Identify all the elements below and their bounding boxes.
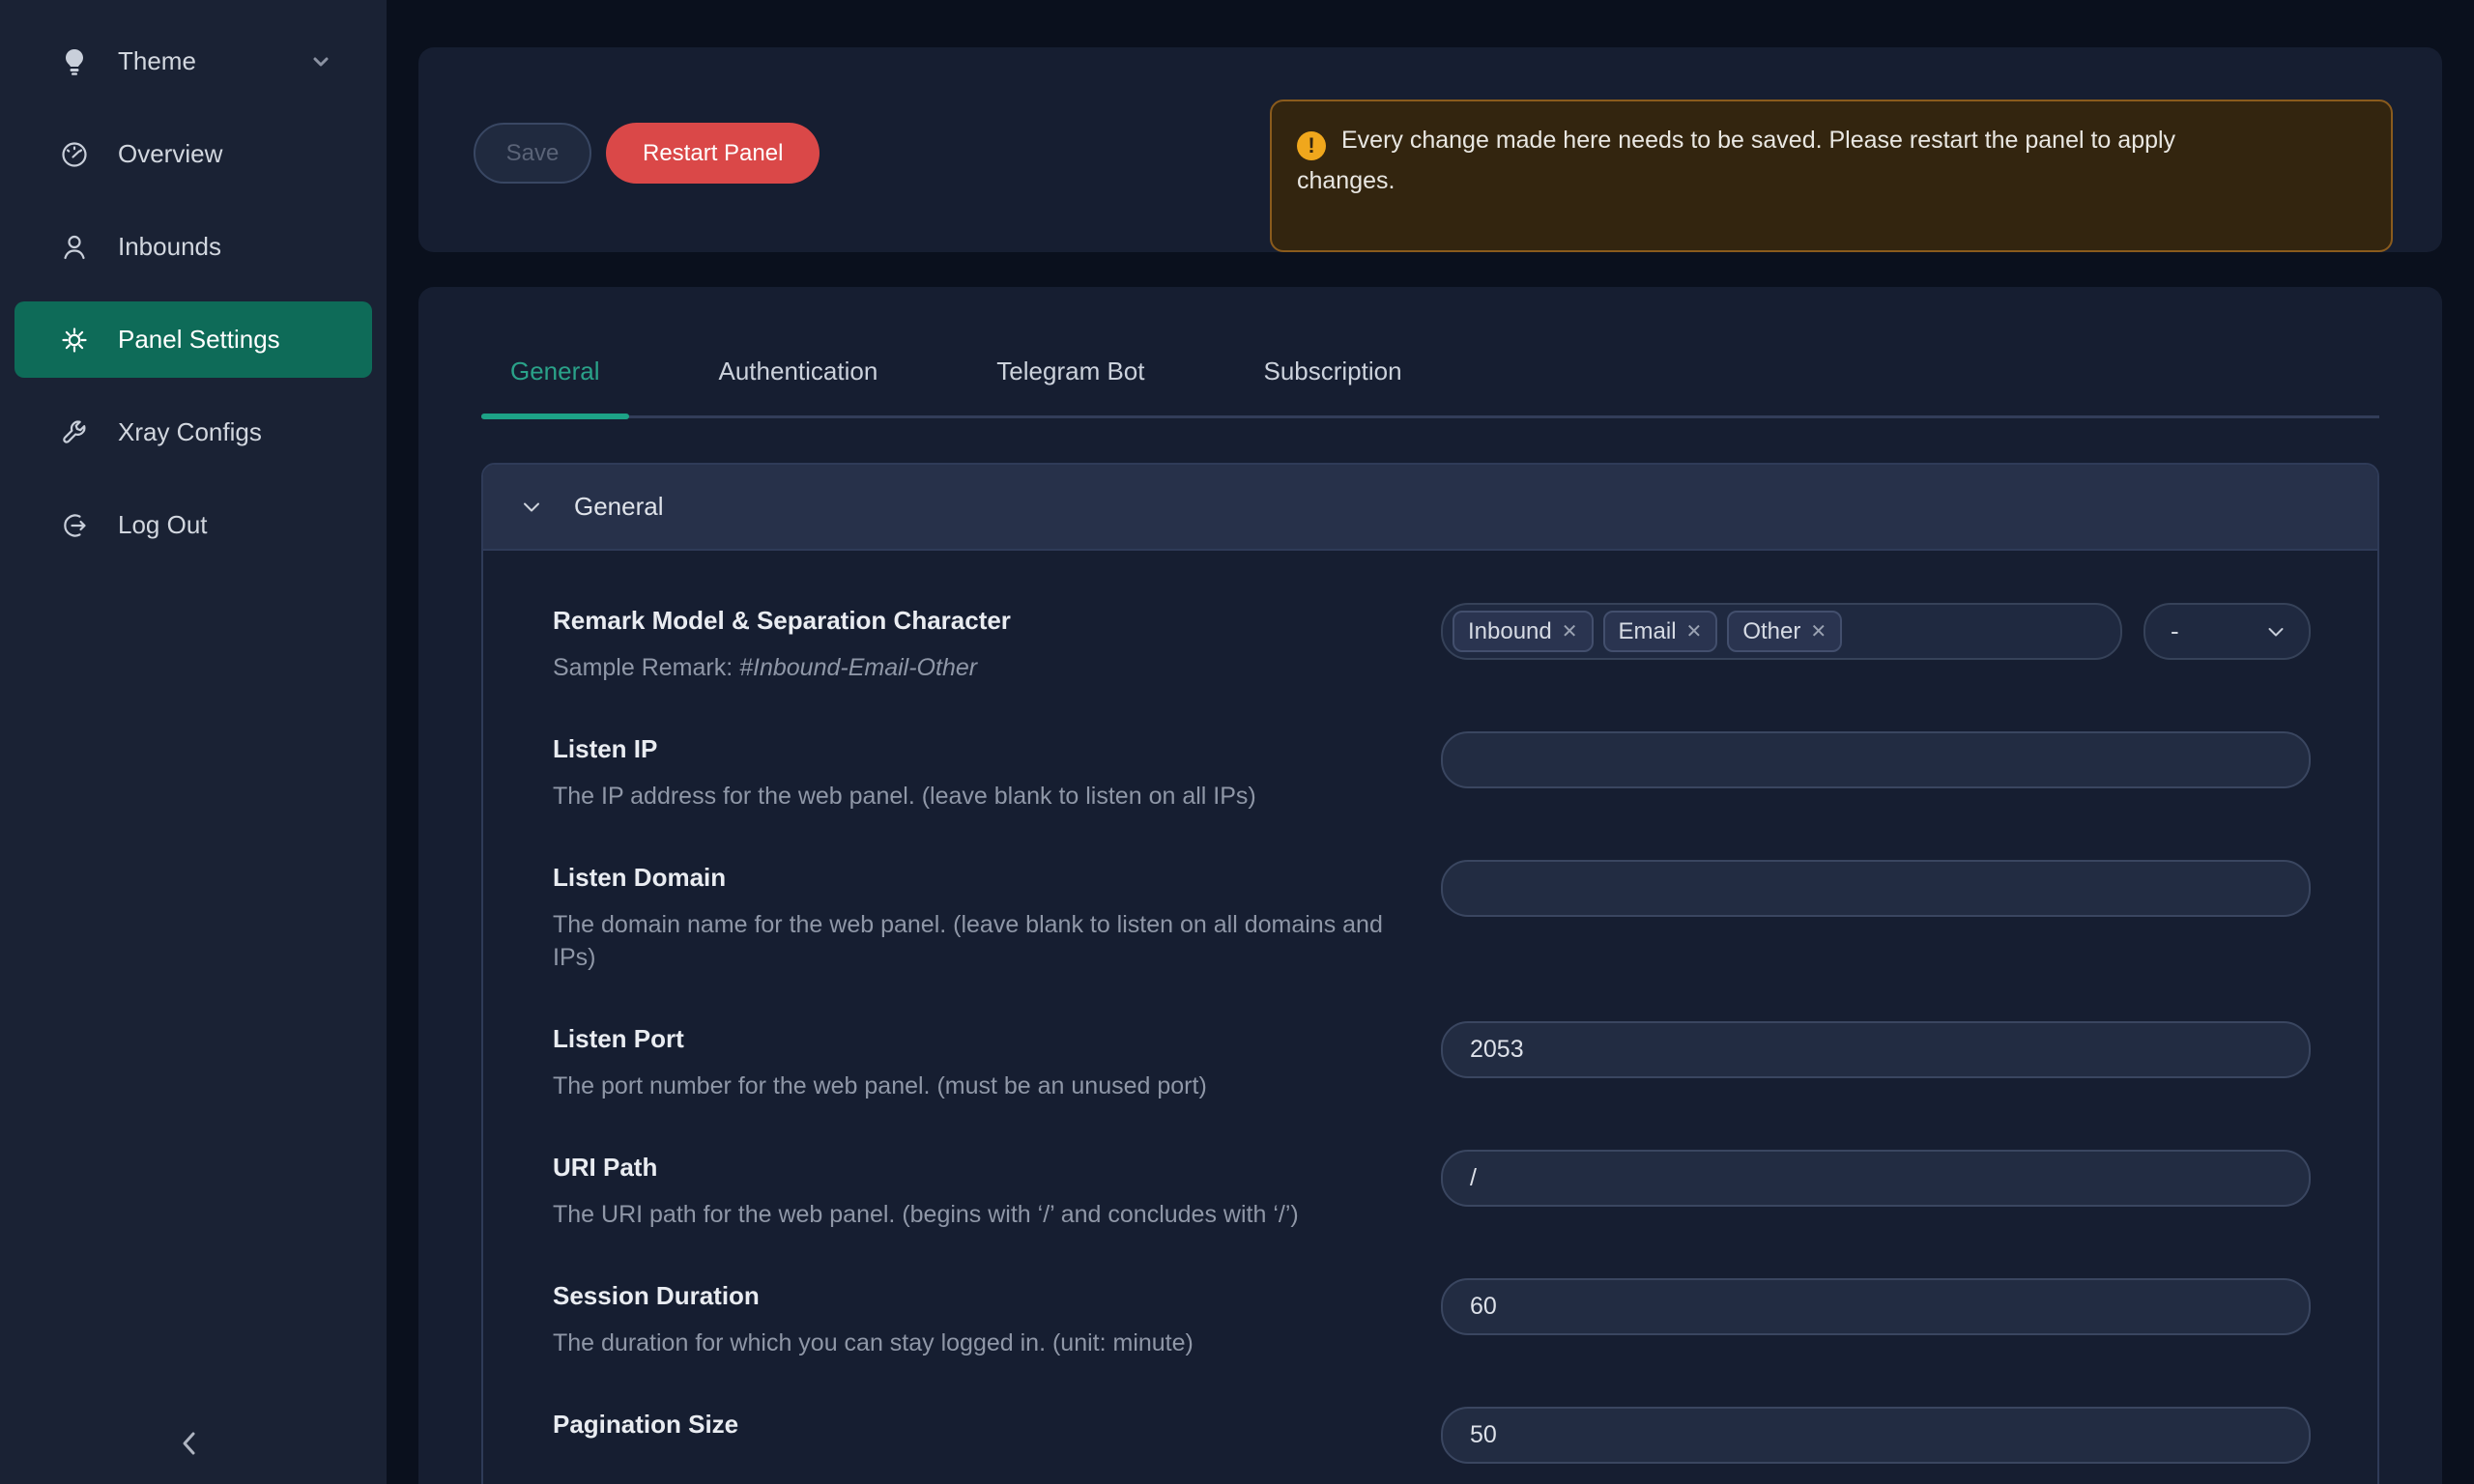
sidebar-item-overview[interactable]: Overview [14, 116, 372, 192]
general-section: General Remark Model & Separation Charac… [481, 463, 2379, 1484]
logout-icon [58, 509, 91, 542]
general-section-body: Remark Model & Separation Character Samp… [483, 551, 2377, 1464]
listen-ip-input[interactable] [1441, 731, 2311, 788]
field-description: The IP address for the web panel. (leave… [553, 780, 1403, 813]
field-label: Listen Port [553, 1021, 1403, 1056]
field-description: The URI path for the web panel. (begins … [553, 1198, 1403, 1231]
session-duration-input[interactable] [1441, 1278, 2311, 1335]
user-icon [58, 231, 91, 264]
wrench-icon [58, 416, 91, 449]
sidebar-item-label: Xray Configs [118, 417, 262, 447]
sidebar-item-label: Panel Settings [118, 325, 280, 355]
gear-icon [58, 324, 91, 357]
field-label: Session Duration [553, 1278, 1403, 1313]
tag-other: Other ✕ [1727, 611, 1842, 652]
sidebar-item-inbounds[interactable]: Inbounds [14, 209, 372, 285]
sidebar-item-label: Inbounds [118, 232, 221, 262]
sidebar-item-label: Overview [118, 139, 222, 169]
field-row-listen-ip: Listen IP The IP address for the web pan… [553, 731, 2377, 813]
tag-email: Email ✕ [1603, 611, 1718, 652]
tab-subscription[interactable]: Subscription [1234, 357, 1430, 415]
save-button[interactable]: Save [474, 123, 591, 184]
settings-card: General Authentication Telegram Bot Subs… [418, 287, 2442, 1484]
tab-telegram-bot[interactable]: Telegram Bot [967, 357, 1173, 415]
chevron-left-icon [175, 1427, 204, 1460]
tag-remove-icon[interactable]: ✕ [1562, 622, 1578, 642]
sample-remark-prefix: Sample Remark: [553, 654, 739, 681]
chevron-down-icon [2264, 620, 2287, 643]
sample-remark-value: #Inbound-Email-Other [739, 654, 977, 681]
sidebar-item-xray-configs[interactable]: Xray Configs [14, 394, 372, 471]
warning-alert: !Every change made here needs to be save… [1270, 100, 2393, 252]
sidebar-collapse-button[interactable] [170, 1424, 209, 1463]
field-row-listen-domain: Listen Domain The domain name for the we… [553, 860, 2377, 974]
separator-value: - [2171, 616, 2179, 646]
tab-authentication[interactable]: Authentication [690, 357, 907, 415]
field-label: URI Path [553, 1150, 1403, 1184]
field-label: Remark Model & Separation Character [553, 603, 1403, 638]
remark-model-multiselect[interactable]: Inbound ✕ Email ✕ Other ✕ [1441, 603, 2122, 660]
sidebar-item-label: Log Out [118, 510, 208, 540]
sidebar-item-theme[interactable]: Theme [14, 23, 372, 100]
listen-port-input[interactable] [1441, 1021, 2311, 1078]
lightbulb-icon [58, 45, 91, 78]
sidebar: Theme Overview Inbounds [0, 0, 387, 1484]
tag-label: Other [1742, 618, 1800, 645]
main-content: Save Restart Panel !Every change made he… [387, 0, 2474, 1484]
toolbar-card: Save Restart Panel !Every change made he… [418, 47, 2442, 252]
field-row-session-duration: Session Duration The duration for which … [553, 1278, 2377, 1359]
settings-tabs: General Authentication Telegram Bot Subs… [481, 287, 2379, 418]
tag-remove-icon[interactable]: ✕ [1810, 622, 1827, 642]
field-label: Listen IP [553, 731, 1403, 766]
toolbar-buttons: Save Restart Panel [474, 123, 820, 252]
field-description: The duration for which you can stay logg… [553, 1327, 1403, 1359]
field-label: Pagination Size [553, 1407, 1403, 1441]
uri-path-input[interactable] [1441, 1150, 2311, 1207]
tag-remove-icon[interactable]: ✕ [1686, 622, 1703, 642]
field-label: Listen Domain [553, 860, 1403, 895]
warning-icon: ! [1297, 131, 1326, 160]
tag-label: Email [1619, 618, 1677, 645]
field-description: Sample Remark: #Inbound-Email-Other [553, 651, 1403, 684]
field-row-pagination-size: Pagination Size [553, 1407, 2377, 1464]
section-title: General [574, 492, 664, 522]
restart-panel-button[interactable]: Restart Panel [606, 123, 820, 184]
sidebar-menu: Theme Overview Inbounds [0, 0, 387, 563]
warning-alert-text: Every change made here needs to be saved… [1297, 127, 2175, 194]
field-row-listen-port: Listen Port The port number for the web … [553, 1021, 2377, 1102]
sidebar-item-logout[interactable]: Log Out [14, 487, 372, 563]
listen-domain-input[interactable] [1441, 860, 2311, 917]
pagination-size-input[interactable] [1441, 1407, 2311, 1464]
sidebar-item-label: Theme [118, 46, 196, 76]
field-description: The port number for the web panel. (must… [553, 1070, 1403, 1102]
gauge-icon [58, 138, 91, 171]
field-row-remark: Remark Model & Separation Character Samp… [553, 603, 2377, 684]
separator-select[interactable]: - [2143, 603, 2311, 660]
tag-label: Inbound [1468, 618, 1552, 645]
chevron-down-icon [308, 49, 333, 74]
field-description: The domain name for the web panel. (leav… [553, 908, 1403, 974]
tag-inbound: Inbound ✕ [1453, 611, 1594, 652]
general-section-header[interactable]: General [483, 465, 2377, 551]
chevron-down-icon [520, 496, 543, 519]
tab-general[interactable]: General [481, 357, 629, 415]
sidebar-item-panel-settings[interactable]: Panel Settings [14, 301, 372, 378]
field-row-uri-path: URI Path The URI path for the web panel.… [553, 1150, 2377, 1231]
